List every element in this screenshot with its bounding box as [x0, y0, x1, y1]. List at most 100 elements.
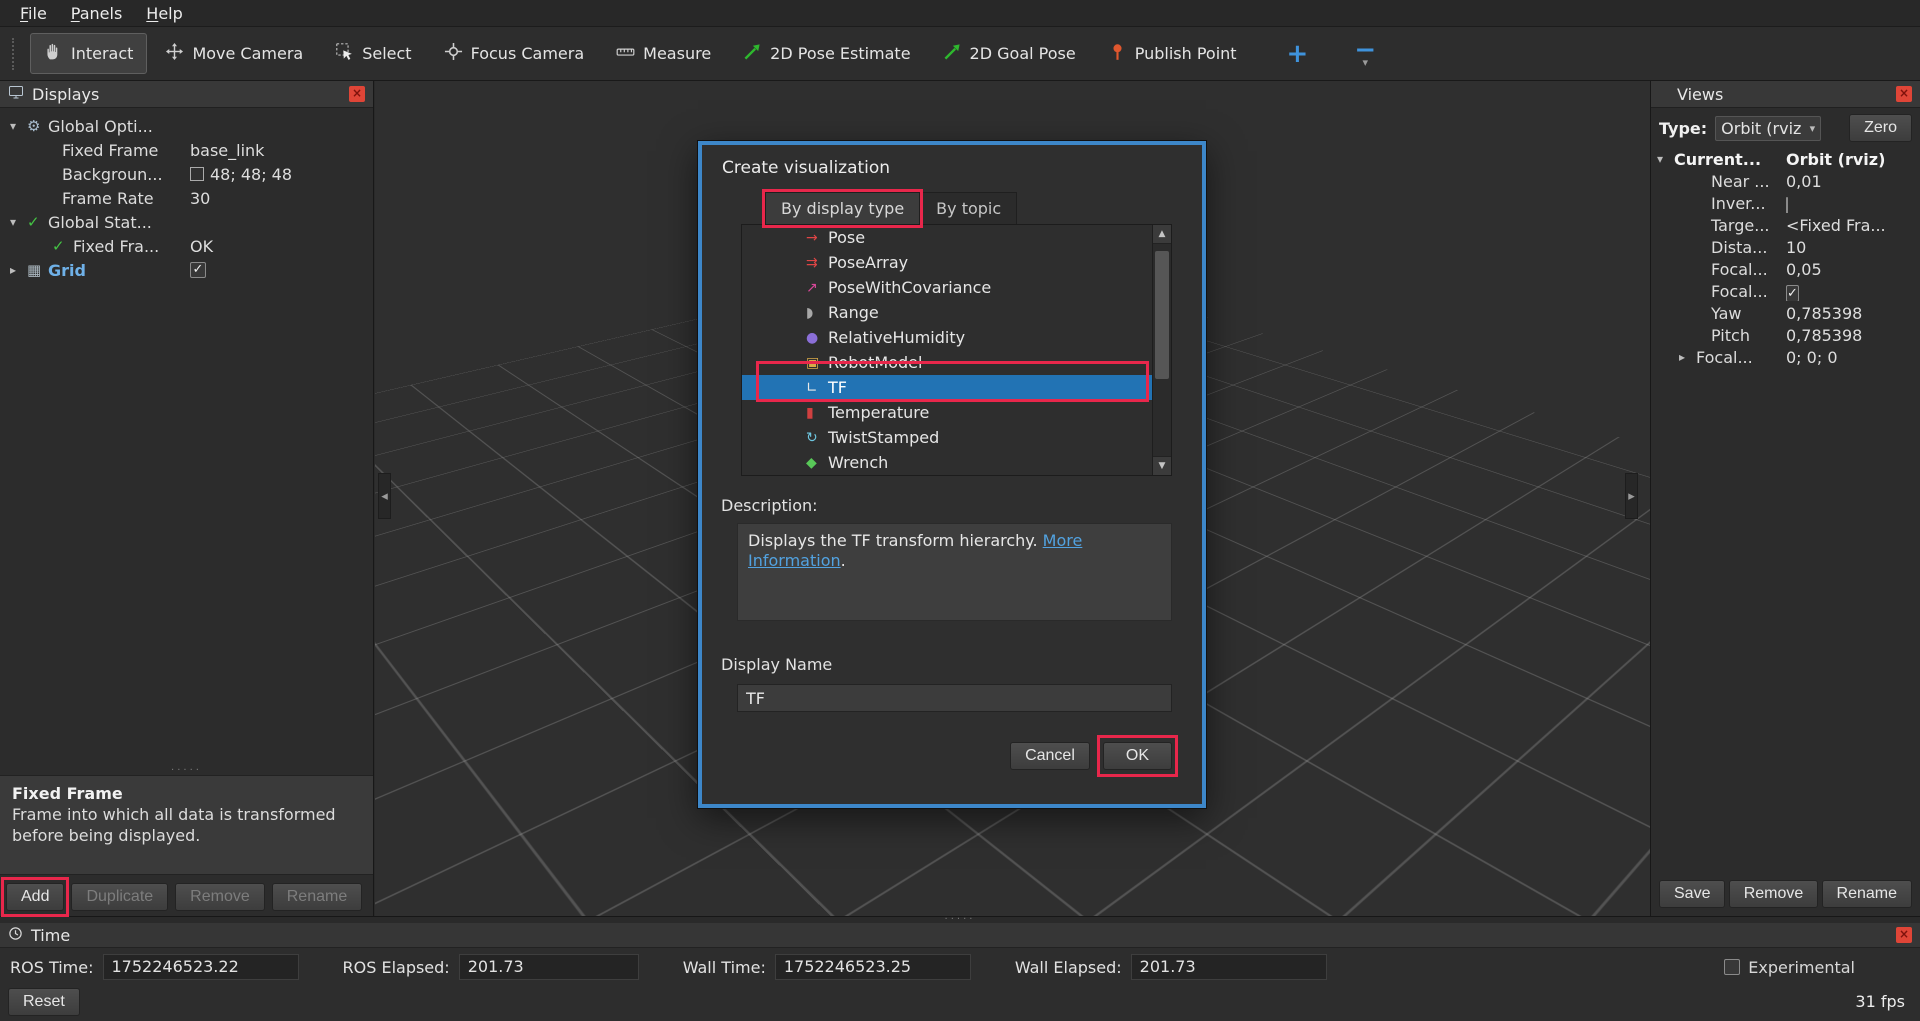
view-type-dropdown[interactable]: Orbit (rviz ▾	[1715, 116, 1821, 141]
list-item-posewithcovariance[interactable]: ↗PoseWithCovariance	[742, 275, 1171, 300]
list-item-pose[interactable]: →Pose	[742, 225, 1171, 250]
panel-splitter-handle[interactable]: ·····	[0, 767, 373, 775]
row-focal-shape-fixed[interactable]: Focal... ✓	[1651, 280, 1920, 302]
row-frame-rate[interactable]: Frame Rate 30	[0, 186, 373, 210]
add-display-button[interactable]: Add	[6, 883, 64, 911]
publish-point-tool-button[interactable]: Publish Point	[1094, 33, 1251, 74]
list-item-robotmodel[interactable]: ▣RobotModel	[742, 350, 1171, 375]
row-yaw[interactable]: Yaw 0,785398	[1651, 302, 1920, 324]
reset-button[interactable]: Reset	[8, 988, 80, 1016]
row-focal-shape-size[interactable]: Focal... 0,05	[1651, 258, 1920, 280]
focal-shape-checkbox[interactable]: ✓	[1786, 285, 1799, 301]
measure-tool-button[interactable]: Measure	[602, 33, 725, 74]
gear-icon: ⚙	[27, 117, 48, 135]
focus-camera-tool-button[interactable]: Focus Camera	[430, 33, 599, 74]
close-icon[interactable]: ×	[349, 86, 365, 102]
time-panel-header[interactable]: Time ×	[0, 923, 1920, 948]
list-item-relativehumidity[interactable]: ●RelativeHumidity	[742, 325, 1171, 350]
list-item-twiststamped[interactable]: ↻TwistStamped	[742, 425, 1171, 450]
property-value[interactable]: 0,785398	[1786, 326, 1920, 345]
row-background-color[interactable]: Backgroun... 48; 48; 48	[0, 162, 373, 186]
views-panel: Views × Type: Orbit (rviz ▾ Zero ▾Curren…	[1650, 81, 1920, 916]
views-panel-header[interactable]: Views ×	[1651, 81, 1920, 108]
expand-arrow-icon[interactable]: ▾	[10, 119, 27, 133]
list-item-label: Temperature	[828, 403, 929, 422]
expand-arrow-icon[interactable]: ▾	[1657, 152, 1674, 166]
property-value[interactable]: 0,01	[1786, 172, 1920, 191]
row-invert-z[interactable]: Inver...	[1651, 192, 1920, 214]
list-item-posearray[interactable]: ⇉PoseArray	[742, 250, 1171, 275]
interact-tool-button[interactable]: Interact	[30, 33, 147, 74]
list-item-temperature[interactable]: ▮Temperature	[742, 400, 1171, 425]
experimental-checkbox[interactable]	[1724, 959, 1740, 975]
row-distance[interactable]: Dista... 10	[1651, 236, 1920, 258]
tf-axes-icon: ∟	[806, 380, 828, 396]
pose-covariance-icon: ↗	[806, 280, 828, 296]
wall-elapsed-value: 201.73	[1131, 954, 1327, 980]
property-value: Orbit (rviz)	[1786, 150, 1920, 169]
collapse-left-panel-arrow[interactable]: ◂	[378, 473, 391, 519]
panel-title: Time	[31, 926, 70, 945]
cancel-button[interactable]: Cancel	[1010, 742, 1090, 770]
row-current-view[interactable]: ▾Current... Orbit (rviz)	[1651, 148, 1920, 170]
row-fixed-frame[interactable]: Fixed Frame base_link	[0, 138, 373, 162]
collapse-arrow-icon[interactable]: ▸	[1679, 350, 1696, 364]
row-global-status[interactable]: ▾ ✓ Global Stat...	[0, 210, 373, 234]
row-focal-point[interactable]: ▸Focal... 0; 0; 0	[1651, 346, 1920, 368]
add-tool-button[interactable]: +	[1273, 39, 1323, 69]
list-item-tf-selected[interactable]: ∟ TF	[742, 375, 1171, 400]
displays-panel-header[interactable]: Displays ×	[0, 81, 373, 108]
scroll-down-icon[interactable]: ▼	[1153, 456, 1171, 475]
ros-elapsed-value: 201.73	[459, 954, 639, 980]
remove-display-button[interactable]: Remove	[175, 883, 265, 911]
invert-z-checkbox[interactable]	[1786, 197, 1788, 213]
collapse-right-panel-arrow[interactable]: ▸	[1625, 473, 1638, 519]
list-scrollbar[interactable]: ▲ ▼	[1152, 225, 1171, 475]
pose-estimate-tool-button[interactable]: 2D Pose Estimate	[729, 33, 924, 74]
duplicate-display-button[interactable]: Duplicate	[71, 883, 168, 911]
property-value[interactable]: 0,785398	[1786, 304, 1920, 323]
menu-file[interactable]: File	[8, 2, 59, 25]
description-text: Frame into which all data is transformed…	[12, 805, 361, 847]
temperature-icon: ▮	[806, 405, 828, 421]
remove-view-button[interactable]: Remove	[1729, 880, 1819, 908]
scroll-up-icon[interactable]: ▲	[1153, 225, 1171, 244]
scrollbar-thumb[interactable]	[1155, 251, 1169, 379]
menu-panels[interactable]: Panels	[59, 2, 135, 25]
rename-view-button[interactable]: Rename	[1822, 880, 1912, 908]
select-tool-button[interactable]: Select	[321, 33, 425, 74]
list-item-wrench[interactable]: ◆Wrench	[742, 450, 1171, 475]
frame-rate-value[interactable]: 30	[190, 189, 373, 208]
close-icon[interactable]: ×	[1896, 86, 1912, 102]
row-near-clip[interactable]: Near ... 0,01	[1651, 170, 1920, 192]
row-fixed-frame-status[interactable]: ✓ Fixed Fra... OK	[0, 234, 373, 258]
goal-pose-tool-button[interactable]: 2D Goal Pose	[929, 33, 1090, 74]
tab-by-display-type[interactable]: By display type	[765, 192, 920, 224]
property-value[interactable]: 0,05	[1786, 260, 1920, 279]
ok-button[interactable]: OK	[1103, 742, 1172, 770]
row-pitch[interactable]: Pitch 0,785398	[1651, 324, 1920, 346]
list-item-range[interactable]: ◗Range	[742, 300, 1171, 325]
fixed-frame-value[interactable]: base_link	[190, 141, 373, 160]
move-camera-tool-button[interactable]: Move Camera	[151, 33, 317, 74]
displays-panel: Displays × ▾ ⚙ Global Opti... Fixed Fram…	[0, 81, 374, 916]
close-icon[interactable]: ×	[1896, 927, 1912, 943]
zero-button[interactable]: Zero	[1849, 114, 1912, 142]
expand-arrow-icon[interactable]: ▾	[10, 215, 27, 229]
rename-display-button[interactable]: Rename	[272, 883, 362, 911]
row-grid-display[interactable]: ▸ ▦ Grid ✓	[0, 258, 373, 282]
property-value[interactable]: 0; 0; 0	[1786, 348, 1920, 367]
property-value[interactable]: 10	[1786, 238, 1920, 257]
save-view-button[interactable]: Save	[1659, 880, 1725, 908]
collapse-arrow-icon[interactable]: ▸	[10, 263, 27, 277]
display-name-input[interactable]	[737, 684, 1172, 712]
menu-help[interactable]: Help	[134, 2, 194, 25]
grid-enabled-checkbox[interactable]: ✓	[190, 262, 206, 278]
color-swatch[interactable]	[190, 167, 204, 181]
property-value[interactable]: <Fixed Fra...	[1786, 216, 1920, 235]
tab-by-topic[interactable]: By topic	[920, 192, 1017, 224]
row-global-options[interactable]: ▾ ⚙ Global Opti...	[0, 114, 373, 138]
toolbar-drag-handle[interactable]	[12, 38, 18, 70]
remove-tool-button[interactable]: − ▾	[1340, 41, 1390, 67]
row-target-frame[interactable]: Targe... <Fixed Fra...	[1651, 214, 1920, 236]
